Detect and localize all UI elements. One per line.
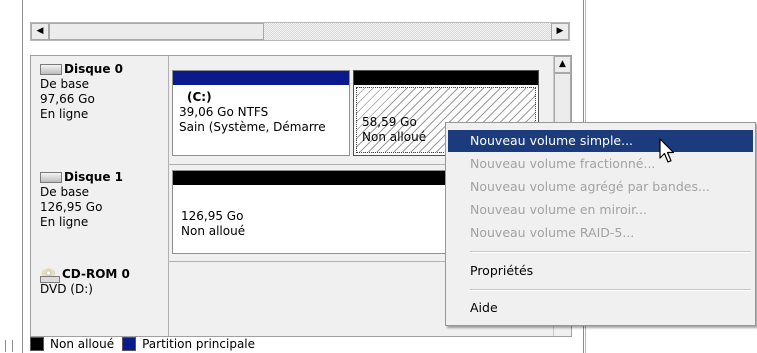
disk-size: 97,66 Go bbox=[40, 92, 95, 106]
menu-item-new-striped-volume[interactable]: Nouveau volume agrégé par bandes... bbox=[448, 176, 753, 198]
unallocated-bar bbox=[354, 71, 538, 85]
partition-status: Non alloué bbox=[362, 130, 427, 144]
disk-info-1[interactable]: Disque 1 De base 126,95 Go En ligne bbox=[31, 164, 169, 261]
primary-partition-bar bbox=[173, 71, 349, 85]
disk-size: 126,95 Go bbox=[40, 200, 103, 214]
disk-name: Disque 1 bbox=[64, 170, 124, 184]
legend-grip bbox=[5, 340, 13, 352]
legend-swatch-unallocated bbox=[30, 337, 44, 351]
partition-label: (C:) bbox=[187, 90, 212, 104]
partition-size: 58,59 Go bbox=[362, 115, 417, 129]
disk-name: Disque 0 bbox=[64, 62, 124, 76]
scroll-up-button[interactable]: ▲ bbox=[554, 56, 571, 73]
scroll-left-button[interactable]: ◀ bbox=[31, 23, 49, 40]
menu-item-help[interactable]: Aide bbox=[448, 297, 753, 319]
disk-status: En ligne bbox=[40, 215, 89, 229]
disk-type: DVD (D:) bbox=[40, 282, 93, 296]
window-border-left bbox=[22, 0, 23, 353]
menu-item-new-simple-volume[interactable]: Nouveau volume simple... bbox=[448, 130, 753, 152]
legend-swatch-primary bbox=[122, 337, 137, 351]
disk-info-cdrom[interactable]: CD-ROM 0 DVD (D:) bbox=[31, 261, 169, 336]
partition-size-fs: 39,06 Go NTFS bbox=[179, 105, 269, 119]
partition-status: Sain (Système, Démarre bbox=[179, 120, 326, 134]
context-menu: Nouveau volume simple... Nouveau volume … bbox=[445, 122, 756, 326]
legend-label-unallocated: Non alloué bbox=[50, 337, 115, 351]
legend-label-primary: Partition principale bbox=[142, 337, 256, 351]
partition-c[interactable]: (C:) 39,06 Go NTFS Sain (Système, Démarr… bbox=[172, 70, 350, 156]
menu-item-new-spanned-volume[interactable]: Nouveau volume fractionné... bbox=[448, 153, 753, 175]
hard-disk-icon bbox=[40, 172, 62, 183]
disk-type: De base bbox=[40, 185, 90, 199]
menu-item-new-mirrored-volume[interactable]: Nouveau volume en miroir... bbox=[448, 199, 753, 221]
horizontal-scrollbar[interactable]: ◀ ▶ bbox=[30, 22, 570, 41]
scroll-right-button[interactable]: ▶ bbox=[551, 23, 569, 40]
menu-item-properties[interactable]: Propriétés bbox=[448, 260, 753, 282]
hard-disk-icon bbox=[40, 64, 62, 75]
disk-name: CD-ROM 0 bbox=[62, 267, 130, 281]
menu-separator bbox=[470, 289, 751, 291]
legend: Non alloué Partition principale bbox=[30, 335, 255, 353]
disk-type: De base bbox=[40, 77, 90, 91]
menu-separator bbox=[470, 251, 751, 253]
cd-rom-icon bbox=[40, 267, 60, 283]
mouse-pointer-icon bbox=[659, 138, 675, 163]
disk-info-0[interactable]: Disque 0 De base 97,66 Go En ligne bbox=[31, 56, 169, 164]
menu-item-new-raid5-volume[interactable]: Nouveau volume RAID-5... bbox=[448, 222, 753, 244]
disk-status: En ligne bbox=[40, 107, 89, 121]
scroll-thumb[interactable] bbox=[49, 23, 264, 40]
